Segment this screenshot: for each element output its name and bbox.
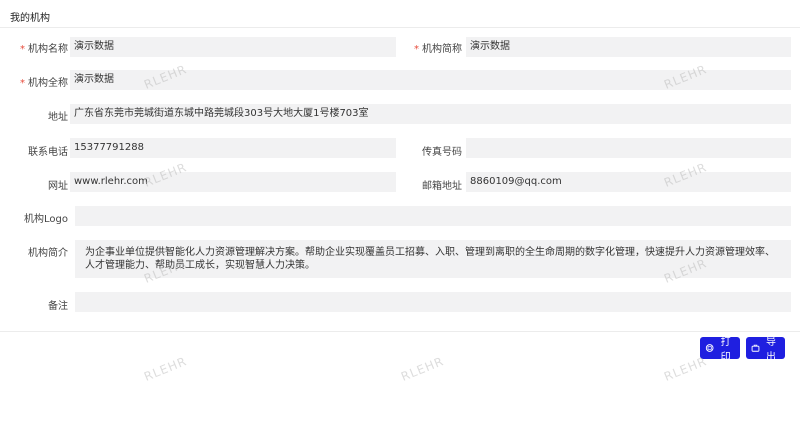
required-mark: * <box>20 44 25 55</box>
website-label: 网址 <box>48 181 68 192</box>
phone-field[interactable]: 15377791288 <box>70 138 396 158</box>
org-short-label: * 机构简称 <box>414 44 462 55</box>
export-button[interactable]: 导出 <box>746 337 785 363</box>
logo-field[interactable] <box>75 206 791 226</box>
page-title: 我的机构 <box>10 13 50 24</box>
print-button-label: 打印 <box>720 337 731 363</box>
org-name-field[interactable]: 演示数据 <box>70 37 396 57</box>
email-field[interactable]: 8860109@qq.com <box>466 172 791 192</box>
required-mark: * <box>414 44 419 55</box>
email-label: 邮箱地址 <box>422 181 462 192</box>
address-field[interactable]: 广东省东莞市莞城街道东城中路莞城段303号大地大厦1号楼703室 <box>70 104 791 124</box>
required-mark: * <box>20 78 25 89</box>
page-header: 我的机构 <box>0 0 800 28</box>
divider <box>0 331 800 332</box>
watermark: RLEHR <box>399 354 446 384</box>
remark-label: 备注 <box>48 301 68 312</box>
fax-label: 传真号码 <box>422 147 462 158</box>
org-name-label: * 机构名称 <box>20 44 68 55</box>
export-icon <box>751 344 760 352</box>
org-full-field[interactable]: 演示数据 <box>70 70 791 90</box>
org-full-label: * 机构全称 <box>20 78 68 89</box>
logo-label: 机构Logo <box>24 214 68 225</box>
fax-field[interactable] <box>466 138 791 158</box>
print-button[interactable]: 打印 <box>700 337 740 363</box>
phone-label: 联系电话 <box>28 147 68 158</box>
intro-field[interactable]: 为企事业单位提供智能化人力资源管理解决方案。帮助企业实现覆盖员工招募、入职、管理… <box>75 240 791 278</box>
address-label: 地址 <box>48 112 68 123</box>
website-field[interactable]: www.rlehr.com <box>70 172 396 192</box>
org-short-field[interactable]: 演示数据 <box>466 37 791 57</box>
printer-icon <box>705 344 714 352</box>
remark-field[interactable] <box>75 292 791 312</box>
intro-label: 机构简介 <box>28 248 68 259</box>
export-button-label: 导出 <box>766 337 776 363</box>
watermark: RLEHR <box>142 354 189 384</box>
